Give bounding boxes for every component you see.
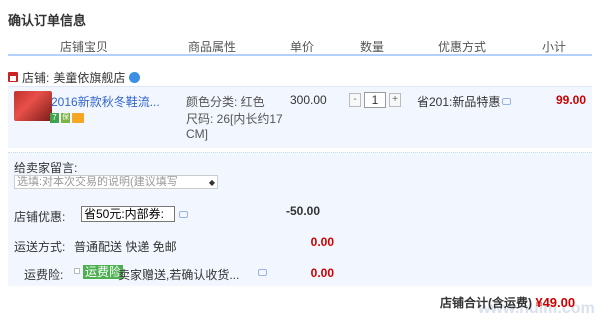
memo-input[interactable]: 选填:对本次交易的说明(建议填写 ◆: [14, 175, 218, 189]
insurance-label: 运费险:: [24, 268, 64, 282]
chat-icon[interactable]: [129, 71, 141, 83]
item-price: 300.00: [290, 93, 327, 107]
insurance-tag: 运费险: [83, 265, 124, 279]
comment-icon[interactable]: [179, 211, 188, 218]
col-discount: 优惠方式: [438, 40, 487, 54]
guarantee-icon: 保: [61, 113, 70, 123]
shipping-amount: 0.00: [310, 235, 334, 249]
item-name-link[interactable]: 2016新款秋冬鞋流...: [51, 93, 171, 110]
quantity-stepper: - 1 +: [349, 92, 401, 108]
comment-icon[interactable]: [502, 98, 512, 105]
quantity-minus-button[interactable]: -: [349, 93, 361, 107]
quantity-input[interactable]: 1: [364, 92, 386, 108]
page-title: 确认订单信息: [8, 13, 87, 28]
table-header: 店铺宝贝 商品属性 单价 数量 优惠方式 小计: [8, 36, 592, 56]
spinner-icon[interactable]: ◆: [209, 177, 215, 188]
insurance-desc: 卖家赠送,若确认收货...: [118, 268, 240, 282]
insurance-checkbox[interactable]: [74, 268, 80, 274]
credit-card-icon: [72, 113, 84, 123]
shop-name[interactable]: 美童依旗舰店: [53, 69, 125, 86]
order-details: 给卖家留言: 选填:对本次交易的说明(建议填写 ◆ 店铺优惠: 省50元:内部券…: [8, 152, 592, 286]
quantity-plus-button[interactable]: +: [389, 93, 401, 107]
shop-total-amount: ¥49.00: [535, 295, 576, 310]
shipping-label: 运送方式:: [14, 240, 66, 254]
product-thumbnail[interactable]: [14, 91, 52, 121]
col-quantity: 数量: [360, 40, 385, 54]
shop-icon: [8, 72, 18, 82]
seven-day-return-icon: 7: [50, 113, 59, 123]
coupon-amount: -50.00: [285, 204, 320, 218]
item-discount-text: 省201:新品特惠: [417, 95, 501, 109]
col-attributes: 商品属性: [188, 40, 237, 54]
service-badges: 7 保: [50, 113, 84, 123]
coupon-select[interactable]: 省50元:内部券:: [81, 206, 175, 222]
shop-row: 店铺: 美童依旗舰店: [8, 68, 141, 86]
item-size-cont: CM]: [186, 127, 208, 141]
item-size: 尺码: 26[内长约17: [186, 112, 283, 126]
item-color: 颜色分类: 红色: [186, 95, 265, 109]
item-discount: 省201:新品特惠: [417, 93, 512, 110]
col-shop-item: 店铺宝贝: [60, 40, 109, 54]
comment-icon[interactable]: [258, 269, 267, 276]
insurance-amount: 0.00: [310, 266, 334, 280]
coupon-label: 店铺优惠:: [14, 210, 66, 224]
memo-placeholder: 选填:对本次交易的说明(建议填写: [17, 176, 178, 188]
shop-total: 店铺合计(含运费) ¥49.00: [440, 294, 575, 311]
col-unit-price: 单价: [290, 40, 315, 54]
col-subtotal: 小计: [542, 40, 567, 54]
shipping-method: 普通配送 快递 免邮: [74, 240, 177, 254]
shop-label: 店铺:: [22, 70, 50, 85]
item-row: 2016新款秋冬鞋流... 7 保 颜色分类: 红色 尺码: 26[内长约17 …: [8, 86, 592, 148]
shop-total-label: 店铺合计(含运费): [440, 296, 532, 310]
item-subtotal: 99.00: [556, 93, 587, 107]
memo-label: 给卖家留言:: [14, 161, 78, 175]
